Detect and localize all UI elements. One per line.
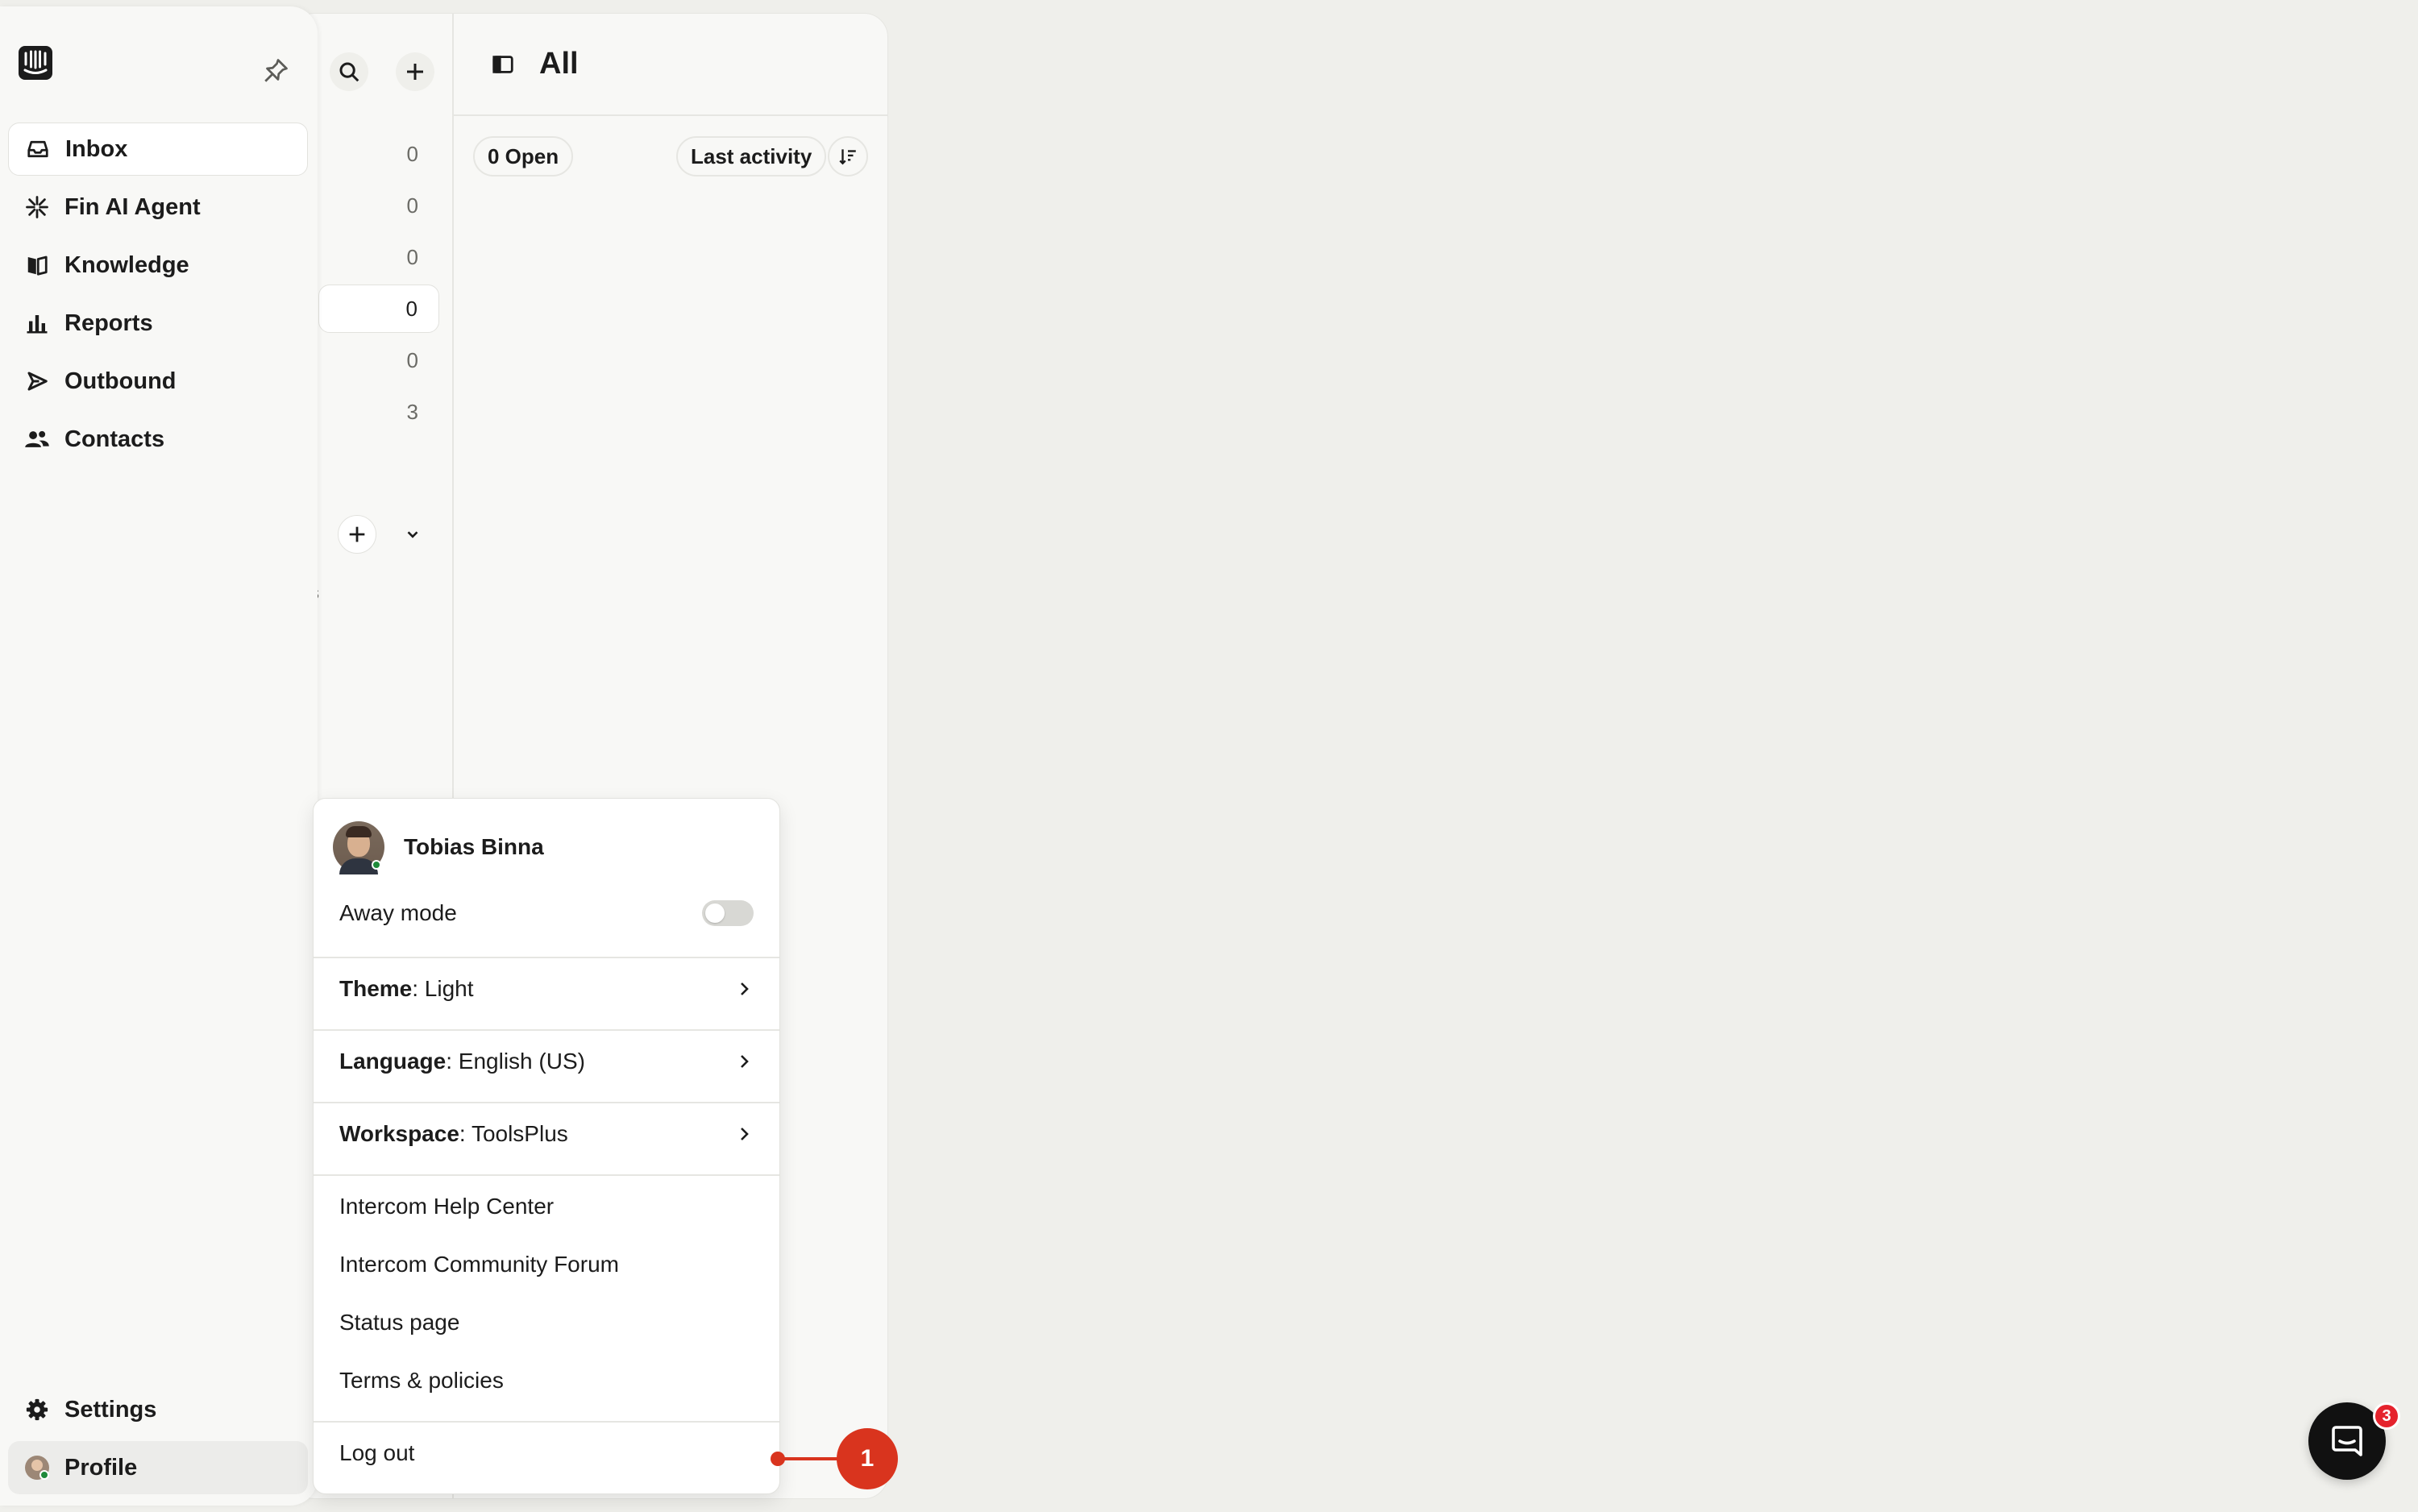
list-toolbar (330, 52, 434, 91)
status-page-link[interactable]: Status page (314, 1298, 779, 1347)
inbox-count: 3 (406, 399, 418, 424)
inbox-count: 0 (406, 244, 418, 269)
search-icon (339, 62, 359, 82)
inbox-count: 0 (406, 141, 418, 166)
inbox-icon (27, 140, 48, 158)
avatar (25, 1456, 49, 1480)
online-status-icon (372, 860, 381, 870)
sidebar-item-profile[interactable]: Profile (8, 1441, 308, 1494)
chevron-down-icon[interactable] (404, 525, 422, 543)
workspace-value: : ToolsPlus (459, 1121, 568, 1146)
conversation-header: All (454, 14, 887, 116)
step-anchor-dot (771, 1452, 785, 1466)
sidebar-item-label: Fin AI Agent (64, 193, 201, 220)
inbox-count: 0 (406, 347, 418, 372)
sidebar-item-label: Contacts (64, 426, 165, 452)
divider (314, 957, 779, 958)
sidebar-item-outbound[interactable]: Outbound (8, 355, 308, 408)
inbox-count-row[interactable]: 3 (318, 388, 439, 436)
inbox-count-row[interactable]: 0 (318, 181, 439, 230)
sidebar-item-label: Inbox (65, 135, 128, 162)
language-value: : English (US) (446, 1049, 585, 1074)
profile-menu: Tobias Binna Away mode Theme: Light Lang… (313, 798, 780, 1494)
intercom-logo-icon[interactable] (18, 45, 53, 81)
away-mode-label: Away mode (339, 900, 457, 925)
send-icon (27, 372, 48, 391)
away-mode-toggle[interactable] (702, 900, 754, 926)
step-number-badge: 1 (837, 1428, 898, 1489)
sort-order-icon (839, 149, 856, 165)
divider (314, 1421, 779, 1423)
status-filter-label: 0 Open (488, 143, 559, 168)
sidebar-item-label: Outbound (64, 368, 177, 394)
search-button[interactable] (330, 52, 368, 91)
theme-key: Theme (339, 976, 413, 1001)
language-key: Language (339, 1049, 447, 1074)
sidebar-item-label: Reports (64, 309, 153, 336)
inbox-count-row[interactable]: 0 (318, 130, 439, 178)
sidebar-item-contacts[interactable]: Contacts (8, 413, 308, 466)
inbox-count-row[interactable]: 0 (318, 336, 439, 384)
workspace-menu-item[interactable]: Workspace: ToolsPlus (314, 1110, 779, 1158)
theme-value: : Light (412, 976, 474, 1001)
sidebar-item-inbox[interactable]: Inbox (8, 123, 308, 176)
status-filter-button[interactable]: 0 Open (473, 136, 574, 177)
chat-bubble-icon (2332, 1426, 2362, 1456)
log-out-label: Log out (339, 1440, 415, 1465)
page-title: All (539, 47, 579, 81)
plus-icon (407, 64, 423, 80)
terms-policies-label: Terms & policies (339, 1368, 504, 1393)
divider (314, 1174, 779, 1176)
theme-menu-item[interactable]: Theme: Light (314, 965, 779, 1013)
pin-icon[interactable] (261, 56, 290, 85)
sidebar: Inbox Fin AI Agent Knowledge Reports Out… (0, 6, 318, 1506)
gear-icon (26, 1398, 48, 1421)
fin-icon (26, 196, 48, 218)
user-avatar (333, 821, 384, 874)
people-icon (25, 430, 49, 447)
sidebar-item-settings[interactable]: Settings (8, 1383, 308, 1436)
help-center-link[interactable]: Intercom Help Center (314, 1182, 779, 1231)
sort-label: Last activity (691, 143, 812, 168)
sidebar-item-knowledge[interactable]: Knowledge (8, 239, 308, 292)
sidebar-item-fin-ai-agent[interactable]: Fin AI Agent (8, 181, 308, 234)
inbox-count-row[interactable]: 0 (318, 233, 439, 281)
online-status-icon (39, 1470, 49, 1480)
user-name: Tobias Binna (404, 834, 544, 859)
inbox-count: 0 (405, 296, 418, 321)
new-conversation-button[interactable] (396, 52, 434, 91)
away-mode-row[interactable]: Away mode (314, 889, 779, 937)
chevron-right-icon (741, 1055, 749, 1068)
panel-toggle-icon[interactable] (491, 52, 515, 77)
terms-policies-link[interactable]: Terms & policies (314, 1356, 779, 1405)
sort-button[interactable]: Last activity (676, 136, 827, 177)
add-inbox-button[interactable] (338, 515, 376, 554)
sidebar-item-reports[interactable]: Reports (8, 297, 308, 350)
filter-row: 0 Open Last activity (473, 136, 868, 178)
sort-direction-button[interactable] (828, 136, 868, 177)
sidebar-item-label: Profile (64, 1454, 138, 1481)
menu-user-header: Tobias Binna (333, 821, 544, 874)
inbox-count: 0 (406, 193, 418, 218)
log-out-button[interactable]: Log out (314, 1429, 779, 1477)
notification-badge: 3 (2373, 1402, 2400, 1430)
workspace-key: Workspace (339, 1121, 459, 1146)
bar-chart-icon (27, 315, 48, 334)
sidebar-item-label: Knowledge (64, 251, 189, 278)
book-icon (27, 255, 48, 276)
status-page-label: Status page (339, 1310, 460, 1335)
language-menu-item[interactable]: Language: English (US) (314, 1037, 779, 1086)
divider (314, 1029, 779, 1031)
inbox-count-row-active[interactable]: 0 (318, 285, 439, 333)
chevron-right-icon (741, 982, 749, 995)
plus-icon (349, 526, 365, 542)
help-center-label: Intercom Help Center (339, 1194, 555, 1219)
divider (314, 1102, 779, 1103)
community-forum-link[interactable]: Intercom Community Forum (314, 1240, 779, 1289)
community-forum-label: Intercom Community Forum (339, 1252, 619, 1277)
sidebar-item-label: Settings (64, 1396, 157, 1423)
section-tools (338, 515, 422, 554)
chevron-right-icon (741, 1128, 749, 1140)
